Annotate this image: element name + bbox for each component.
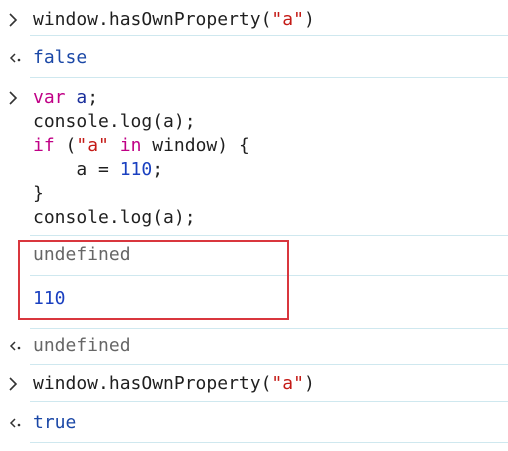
- return-arrow-icon: [9, 418, 21, 428]
- result-value: undefined: [33, 335, 131, 356]
- divider: [30, 401, 508, 402]
- divider: [30, 77, 508, 78]
- chevron-right-icon: [9, 13, 18, 27]
- divider: [30, 328, 508, 329]
- code-line: }: [33, 183, 44, 204]
- divider: [30, 235, 508, 236]
- return-arrow-icon: [9, 53, 21, 63]
- highlight-box: [18, 240, 289, 320]
- code-line: console.log(a);: [33, 111, 196, 132]
- chevron-right-icon: [9, 377, 18, 391]
- command-line: window.hasOwnProperty("a"): [33, 373, 315, 394]
- result-value: false: [33, 47, 88, 68]
- divider: [30, 364, 508, 365]
- code-line: console.log(a);: [33, 207, 196, 228]
- code-line: var a;: [33, 87, 99, 108]
- code-line: a = 110;: [33, 159, 164, 180]
- divider: [30, 35, 508, 36]
- chevron-right-icon: [9, 91, 18, 105]
- code-line: if ("a" in window) {: [33, 135, 250, 156]
- divider: [30, 442, 508, 443]
- command-line: window.hasOwnProperty("a"): [33, 9, 315, 30]
- return-arrow-icon: [9, 341, 21, 351]
- result-value: true: [33, 412, 77, 433]
